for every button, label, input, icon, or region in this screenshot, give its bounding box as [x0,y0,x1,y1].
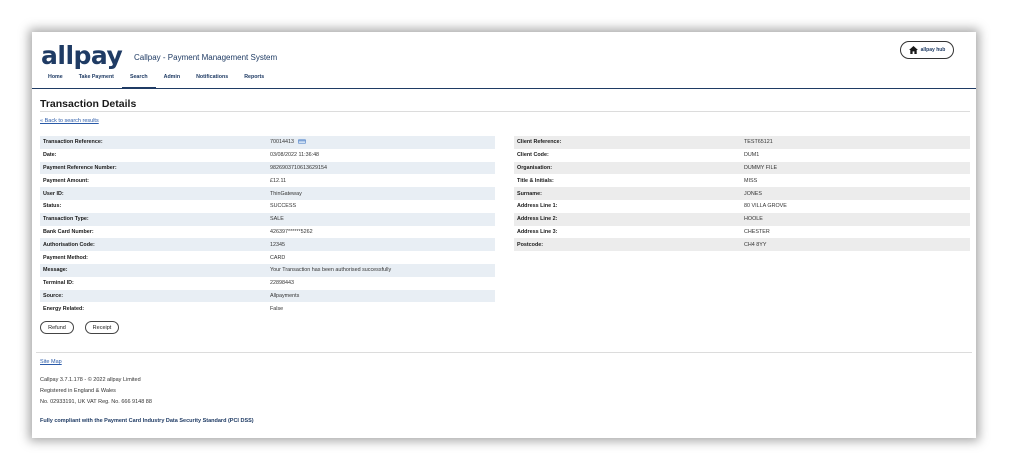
table-row: Status: SUCCESS [40,200,495,213]
refund-button[interactable]: Refund [40,321,74,334]
nav-tab-notifications[interactable]: Notifications [188,72,236,89]
field-label: Client Code: [517,152,549,159]
table-row: Address Line 1: 80 VILLA GROVE [514,200,970,213]
field-label: Payment Amount: [43,177,89,184]
transaction-details-table: Transaction Reference: 70014413 Date: 03/… [40,136,495,315]
field-label: Authorisation Code: [40,238,267,252]
table-row: Message: Your Transaction has been author… [40,263,495,277]
page-title: Transaction Details [40,98,137,110]
field-label: Client Reference: [514,136,741,149]
nav-tab-take-payment[interactable]: Take Payment [71,72,122,89]
company-number-text: No. 02933191, UK VAT Reg. No. 666 9148 8… [40,399,152,405]
field-label: User ID: [40,187,267,200]
version-text: Callpay 3.7.1.178 - © 2022 allpay Limite… [40,377,141,383]
site-map-link[interactable]: Site Map [40,359,62,365]
field-label: Postcode: [514,238,741,252]
field-value: CARD [270,254,286,261]
field-label: Address Line 1: [517,203,558,210]
field-label: Transaction Reference: [40,136,267,149]
field-value: 03/08/2022 11:36:48 [270,152,320,159]
table-row: Postcode: CH4 8YY [514,238,970,252]
table-row: Payment Amount: £12.11 [40,174,495,187]
field-label: Payment Reference Number: [40,161,267,175]
field-value: Allpayments [267,289,495,303]
table-row: Source: Allpayments [40,289,495,303]
table-row: Energy Related: False [40,302,495,315]
field-value: 426397******5262 [270,228,313,235]
field-value: SALE [267,212,495,226]
table-row: Payment Method: CARD [40,251,495,264]
field-value: Your Transaction has been authorised suc… [267,263,495,277]
client-details-table: Client Reference: TEST65121 Client Code: D… [514,136,970,252]
pci-compliance-text: Fully compliant with the Payment Card In… [40,418,254,424]
field-value: DUM1 [744,152,760,159]
table-row: Address Line 3: CHESTER [514,226,970,239]
table-row: Transaction Type: SALE [40,212,495,226]
nav-tab-reports[interactable]: Reports [236,72,272,89]
card-icon[interactable] [298,139,307,145]
table-row: Title & Initials: MISS [514,174,970,187]
table-row: Address Line 2: HOOLE [514,212,970,226]
field-value: 22898443 [270,280,294,287]
field-label: Title & Initials: [517,177,554,184]
app-title: Callpay - Payment Management System [134,53,278,62]
field-label: Message: [40,263,267,277]
transaction-reference-value: 70014413 [270,139,294,146]
table-row: Terminal ID: 22898443 [40,277,495,290]
field-value: JONES [741,187,970,200]
field-label: Energy Related: [43,305,85,312]
field-value: 12345 [267,238,495,252]
main-nav: Home Take Payment Search Admin Notificat… [40,72,272,89]
table-row: Organisation: DUMMY FILE [514,161,970,175]
field-value: 80 VILLA GROVE [744,203,787,210]
allpay-logo[interactable]: allpay [41,41,123,70]
field-label: Status: [43,203,62,210]
receipt-button[interactable]: Receipt [85,321,119,334]
field-label: Address Line 2: [514,212,741,226]
field-value: CHESTER [744,228,770,235]
back-to-search-link[interactable]: « Back to search results [40,118,99,124]
table-row: Authorisation Code: 12345 [40,238,495,252]
home-icon [908,46,918,54]
browser-window: allpay Callpay - Payment Management Syst… [32,32,976,438]
allpay-hub-button[interactable]: allpay hub [900,41,954,59]
field-label: Terminal ID: [43,280,74,287]
field-value: SUCCESS [270,203,297,210]
field-label: Date: [43,152,57,159]
field-label: Bank Card Number: [43,228,94,235]
field-value: HOOLE [741,212,970,226]
table-row: Surname: JONES [514,187,970,200]
field-label: Source: [40,289,267,303]
field-label: Surname: [514,187,741,200]
nav-tab-admin[interactable]: Admin [156,72,188,89]
field-label: Organisation: [514,161,741,175]
field-value: ThinGateway [267,187,495,200]
table-row: Transaction Reference: 70014413 [40,136,495,149]
table-row: Client Reference: TEST65121 [514,136,970,149]
field-value: 9826903710613629154 [267,161,495,175]
registered-text: Registered in England & Wales [40,388,116,394]
field-label: Payment Method: [43,254,88,261]
field-label: Address Line 3: [517,228,558,235]
table-row: Payment Reference Number: 982690371061362… [40,161,495,175]
allpay-hub-label: allpay hub [920,47,946,53]
field-value: MISS [744,177,758,184]
title-divider [40,111,970,112]
field-value: CH4 8YY [741,238,970,252]
nav-tab-search[interactable]: Search [121,72,156,89]
nav-tab-home[interactable]: Home [40,72,71,89]
field-value: £12.11 [270,177,287,184]
field-value: TEST65121 [741,136,970,149]
table-row: Bank Card Number: 426397******5262 [40,226,495,239]
footer-divider [36,352,972,353]
header: allpay Callpay - Payment Management Syst… [32,32,976,89]
field-label: Transaction Type: [40,212,267,226]
table-row: Date: 03/08/2022 11:36:48 [40,149,495,162]
field-value: False [270,305,284,312]
table-row: User ID: ThinGateway [40,187,495,200]
table-row: Client Code: DUM1 [514,149,970,162]
field-value: DUMMY FILE [741,161,970,175]
